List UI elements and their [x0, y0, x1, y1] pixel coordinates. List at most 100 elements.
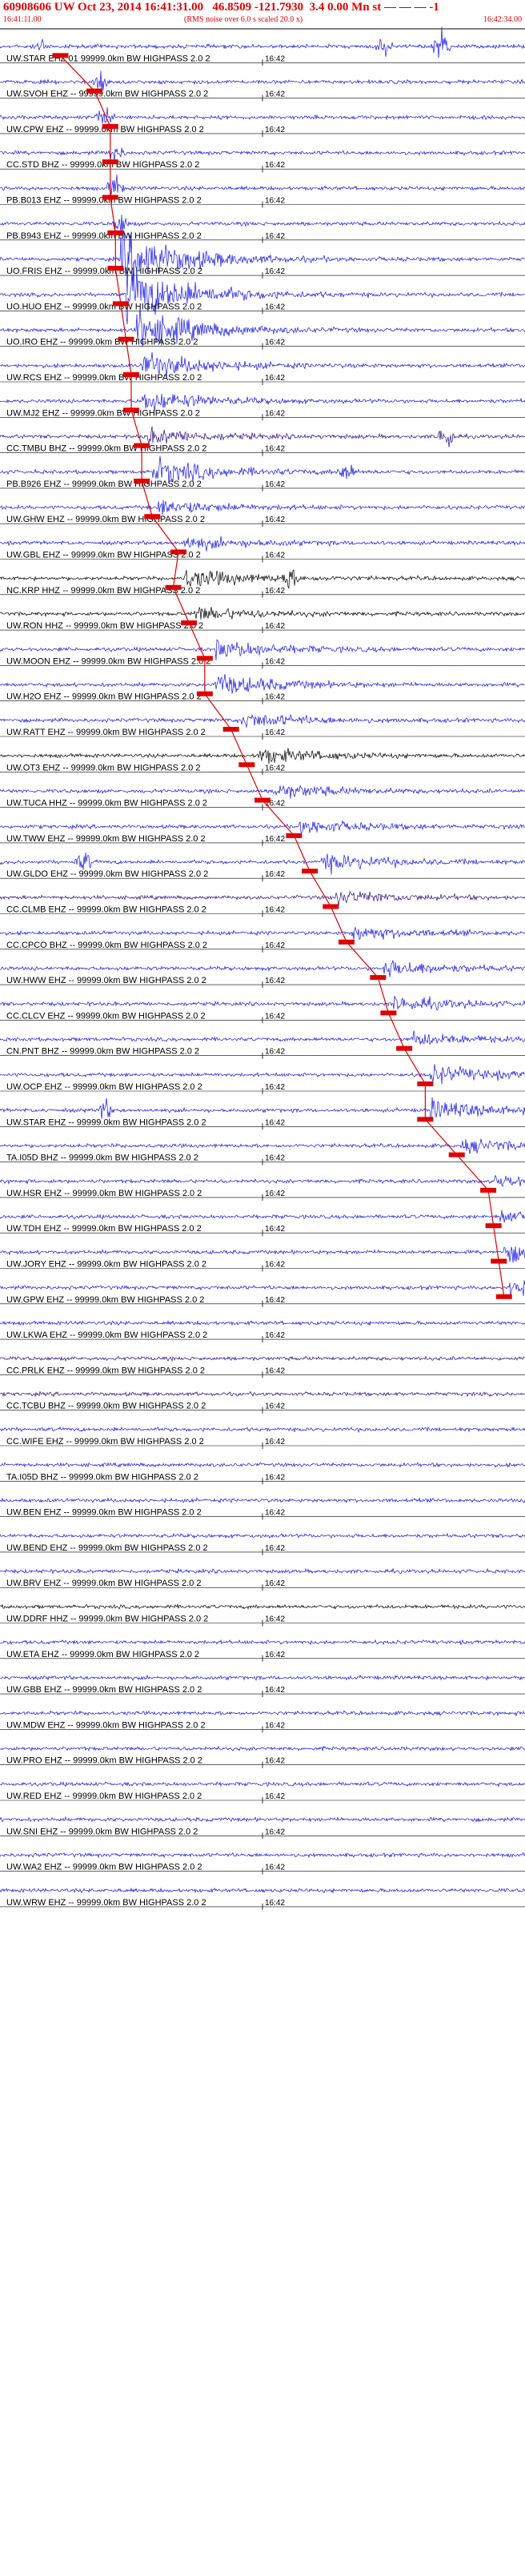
trace-24: 16:42 CC.CLMB EHZ -- 99999.0km BW HIGHPAS… — [0, 890, 525, 917]
minute-label: 16:42 — [265, 267, 285, 276]
minute-label: 16:42 — [265, 126, 285, 134]
waveform — [0, 1426, 525, 1434]
station-label: UW.HSR EHZ -- 99999.0km BW HIGHPASS 2.0 … — [6, 1189, 202, 1198]
trace-25: 16:42 CC.CPCO BHZ -- 99999.0km BW HIGHPAS… — [0, 926, 525, 953]
station-label: PB.B926 EHZ -- 99999.0km BW HIGHPASS 2.0… — [6, 479, 202, 489]
minute-label: 16:42 — [265, 1473, 285, 1482]
minute-label: 16:42 — [265, 1331, 285, 1340]
waveform — [0, 1064, 525, 1085]
station-label: CC.WIFE EHZ -- 99999.0km BW HIGHPASS 2.0… — [6, 1437, 204, 1446]
trace-42: 16:42 UW.BEND EHZ -- 99999.0km BW HIGHPAS… — [0, 1532, 525, 1555]
station-label: TA.I05D BHZ -- 99999.0km BW HIGHPASS 2.0… — [6, 1472, 198, 1482]
trace-12: 16:42 PB.B926 EHZ -- 99999.0km BW HIGHPAS… — [0, 455, 525, 492]
station-label: UW.JORY EHZ -- 99999.0km BW HIGHPASS 2.0… — [6, 1260, 206, 1270]
minute-label: 16:42 — [265, 870, 285, 879]
minute-label: 16:42 — [265, 906, 285, 915]
trace-39: 16:42 CC.WIFE EHZ -- 99999.0km BW HIGHPAS… — [0, 1426, 525, 1449]
station-label: UW.RCS EHZ -- 99999.0km BW HIGHPASS 2.0 … — [6, 373, 202, 383]
station-label: UW.GPW EHZ -- 99999.0km BW HIGHPASS 2.0 … — [6, 1295, 204, 1305]
waveform — [0, 1390, 525, 1398]
station-label: UW.RED EHZ -- 99999.0km BW HIGHPASS 2.0 … — [6, 1792, 202, 1801]
minute-label: 16:42 — [265, 728, 285, 737]
trace-1: 16:42 UW.SVOH EHZ -- 99999.0km BW HIGHPAS… — [0, 70, 525, 102]
minute-label: 16:42 — [265, 1118, 285, 1127]
minute-label: 16:42 — [265, 1686, 285, 1695]
minute-label: 16:42 — [265, 1509, 285, 1518]
minute-label: 16:42 — [265, 835, 285, 844]
waveform — [0, 673, 525, 694]
trace-13: 16:42 UW.GHW EHZ -- 99999.0km BW HIGHPASS… — [0, 500, 525, 528]
trace-49: 16:42 UW.RED EHZ -- 99999.0km BW HIGHPASS… — [0, 1780, 525, 1804]
trace-45: 16:42 UW.ETA EHZ -- 99999.0km BW HIGHPASS… — [0, 1639, 525, 1662]
trace-29: 16:42 UW.OCP EHZ -- 99999.0km BW HIGHPASS… — [0, 1064, 525, 1094]
trace-3: 16:42CC.STD BHZ -- 99999.0km BW HIGHPASS… — [0, 147, 525, 173]
waveform — [0, 147, 525, 162]
station-label: UW.LKWA EHZ -- 99999.0km BW HIGHPASS 2.0… — [6, 1330, 207, 1340]
station-label: UW.RATT EHZ -- 99999.0km BW HIGHPASS 2.0… — [6, 728, 206, 737]
trace-28: 16:42 CN.PNT BHZ -- 99999.0km BW HIGHPASS… — [0, 1030, 525, 1059]
minute-label: 16:42 — [265, 1012, 285, 1021]
trace-52: 16:42 UW.WRW EHZ -- 99999.0km BW HIGHPASS… — [0, 1887, 525, 1910]
waveform — [0, 1355, 525, 1362]
minute-label: 16:42 — [265, 657, 285, 666]
waveform — [0, 1887, 525, 1894]
station-label: UO.FRIS EHZ -- 99999.0km BW HIGHPASS 2.0… — [6, 267, 202, 276]
trace-23: 16:42 UW.GLDO EHZ -- 99999.0km BW HIGHPAS… — [0, 852, 525, 882]
plot-header: 60908606 UW Oct 23, 2014 16:41:31.00 46.… — [0, 0, 525, 29]
waveform — [0, 175, 525, 195]
trace-47: 16:42 UW.MDW EHZ -- 99999.0km BW HIGHPASS… — [0, 1710, 525, 1733]
waveform — [0, 820, 525, 833]
moveout-line — [59, 54, 505, 1297]
trace-20: 16:42 UW.OT3 EHZ -- 99999.0km BW HIGHPASS… — [0, 748, 525, 776]
waveform — [0, 1639, 525, 1646]
minute-label: 16:42 — [265, 516, 285, 524]
trace-32: 16:42 UW.HSR EHZ -- 99999.0km BW HIGHPASS… — [0, 1174, 525, 1201]
trace-11: 16:42 CC.TMBU BHZ -- 99999.0km BW HIGHPAS… — [0, 426, 525, 456]
station-label: TA.I05D BHZ -- 99999.0km BW HIGHPASS 2.0… — [6, 1154, 198, 1163]
station-label: UW.OT3 EHZ -- 99999.0km BW HIGHPASS 2.0 … — [6, 763, 200, 772]
station-label: UO.IRO EHZ -- 99999.0km BW HIGHPASS 2.0 … — [6, 338, 198, 347]
waveform — [0, 713, 525, 728]
minute-label: 16:42 — [265, 1721, 285, 1730]
station-label: UW.TDH EHZ -- 99999.0km BW HIGHPASS 2.0 … — [6, 1224, 202, 1234]
station-label: CC.PRLK EHZ -- 99999.0km BW HIGHPASS 2.0… — [6, 1366, 205, 1375]
station-label: UW.BRV EHZ -- 99999.0km BW HIGHPASS 2.0 … — [6, 1579, 202, 1588]
waveform — [0, 996, 525, 1011]
minute-label: 16:42 — [265, 409, 285, 418]
station-label: UW.STAR EHZ 01 99999.0km BW HIGHPASS 2.0… — [6, 54, 210, 63]
trace-16: 16:42 UW.RON HHZ -- 99999.0km BW HIGHPASS… — [0, 607, 525, 634]
waveform — [0, 1567, 525, 1575]
waveform — [0, 1710, 525, 1717]
station-label: UW.TWW EHZ -- 99999.0km BW HIGHPASS 2.0 … — [6, 834, 206, 844]
trace-41: 16:42 UW.BEN EHZ -- 99999.0km BW HIGHPASS… — [0, 1497, 525, 1520]
minute-label: 16:42 — [265, 54, 285, 63]
minute-label: 16:42 — [265, 1048, 285, 1057]
trace-14: 16:42UW.GBL EHZ -- 99999.0km BW HIGHPASS… — [0, 536, 525, 563]
waveform — [0, 500, 525, 516]
minute-label: 16:42 — [265, 1438, 285, 1446]
trace-15: 16:42NC.KRP HHZ -- 99999.0km BW HIGHPASS… — [0, 569, 525, 598]
trace-30: 16:42 UW.STAR EHZ -- 99999.0km BW HIGHPAS… — [0, 1097, 525, 1130]
minute-label: 16:42 — [265, 587, 285, 596]
start-time: 16:41:11.00 — [3, 15, 42, 24]
trace-5: 16:42 PB.B943 EHZ -- 99999.0km BW HIGHPAS… — [0, 215, 525, 243]
waveform — [0, 1320, 525, 1326]
waveform — [0, 1138, 525, 1154]
minute-label: 16:42 — [265, 1083, 285, 1092]
minute-label: 16:42 — [265, 1899, 285, 1908]
station-label: UW.WRW EHZ -- 99999.0km BW HIGHPASS 2.0 … — [6, 1898, 206, 1908]
station-label: UW.RON HHZ -- 99999.0km BW HIGHPASS 2.0 … — [6, 621, 203, 631]
minute-label: 16:42 — [265, 1828, 285, 1836]
station-label: UW.PRO EHZ -- 99999.0km BW HIGHPASS 2.0 … — [6, 1756, 202, 1766]
seismogram-plot: 16:42 UW.STAR EHZ 01 99999.0km BW HIGHPAS… — [0, 26, 525, 1910]
trace-9: 16:42 UW.RCS EHZ -- 99999.0km BW HIGHPASS… — [0, 351, 525, 385]
station-label: UW.TUCA HHZ -- 99999.0km BW HIGHPASS 2.0… — [6, 799, 207, 809]
waveform — [0, 890, 525, 907]
waveform — [0, 70, 525, 90]
waveform — [0, 536, 525, 552]
minute-label: 16:42 — [265, 90, 285, 99]
minute-label: 16:42 — [265, 374, 285, 383]
waveform — [0, 1852, 525, 1859]
trace-37: 16:42 CC.PRLK EHZ -- 99999.0km BW HIGHPAS… — [0, 1355, 525, 1378]
trace-26: 16:42 UW.HWW EHZ -- 99999.0km BW HIGHPASS… — [0, 960, 525, 989]
